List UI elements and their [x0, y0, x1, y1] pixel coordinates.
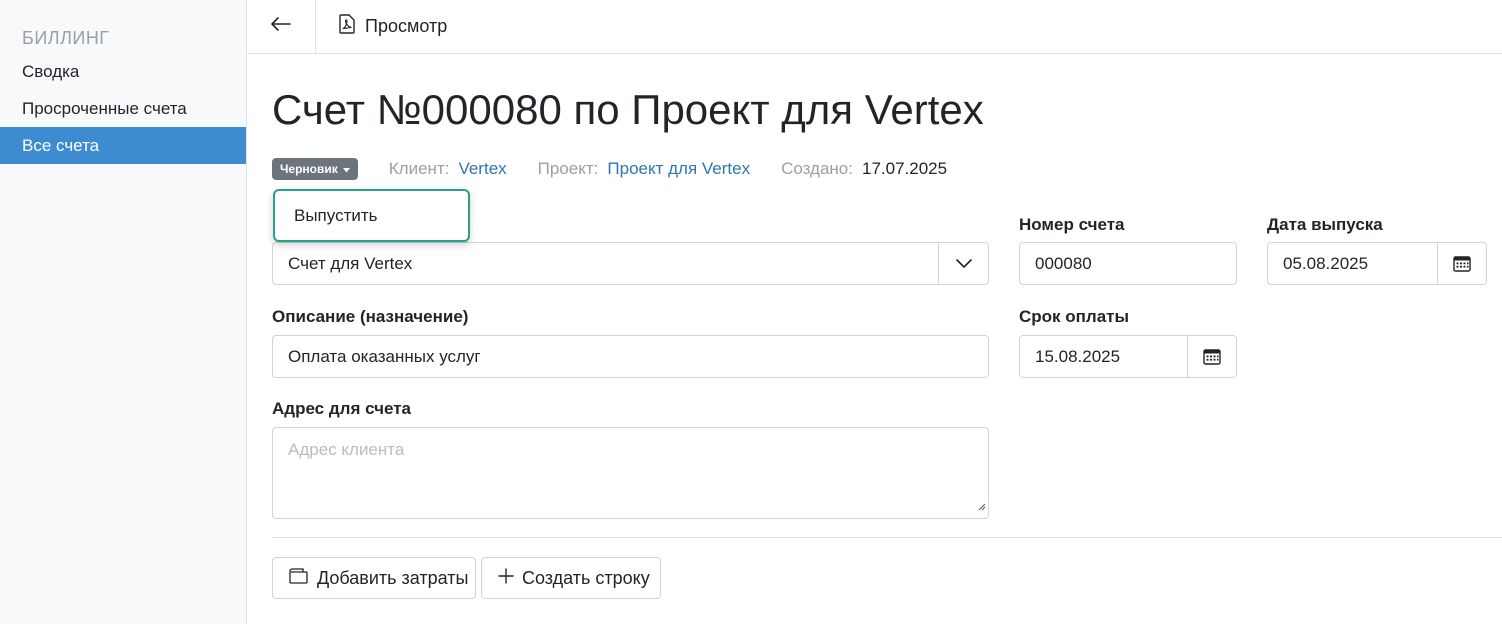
- template-select-value: Счет для Vertex: [288, 253, 413, 273]
- issue-date-label: Дата выпуска: [1267, 215, 1383, 234]
- sidebar-heading: БИЛЛИНГ: [22, 28, 110, 48]
- menu-item-issue[interactable]: Выпустить: [294, 206, 378, 226]
- preview-label: Просмотр: [365, 16, 448, 36]
- address-placeholder: Адрес клиента: [288, 440, 405, 459]
- project-link[interactable]: Проект для Vertex: [607, 159, 750, 179]
- calendar-icon[interactable]: [1437, 243, 1486, 284]
- address-textarea[interactable]: Адрес клиента: [272, 427, 989, 519]
- created-label: Создано:: [781, 159, 853, 178]
- description-value: Оплата оказанных услуг: [288, 346, 481, 366]
- wallet-icon: [289, 567, 309, 589]
- calendar-icon[interactable]: [1187, 336, 1236, 377]
- description-input[interactable]: Оплата оказанных услуг: [272, 335, 989, 378]
- caret-down-icon: [342, 162, 350, 176]
- pdf-file-icon: [339, 14, 355, 39]
- back-button[interactable]: [247, 0, 316, 53]
- divider: [272, 537, 1502, 538]
- status-dropdown-menu: Выпустить: [273, 189, 470, 242]
- preview-button[interactable]: Просмотр: [339, 0, 447, 53]
- client-label: Клиент:: [388, 159, 450, 178]
- plus-icon: [498, 567, 514, 589]
- client-link[interactable]: Vertex: [458, 159, 506, 179]
- due-date-label: Срок оплаты: [1019, 307, 1130, 326]
- arrow-left-icon: [271, 17, 291, 36]
- sidebar-item-all-invoices[interactable]: Все счета: [0, 127, 246, 164]
- issue-date-value: 05.08.2025: [1283, 253, 1369, 273]
- description-label: Описание (назначение): [272, 307, 469, 326]
- issue-date-input[interactable]: 05.08.2025: [1267, 242, 1487, 285]
- template-select[interactable]: Счет для Vertex: [272, 242, 989, 285]
- address-label: Адрес для счета: [272, 399, 411, 418]
- create-line-button[interactable]: Создать строку: [481, 557, 661, 599]
- resize-handle-icon[interactable]: [977, 496, 986, 516]
- sidebar-item-overdue[interactable]: Просроченные счета: [0, 90, 246, 127]
- invoice-number-input[interactable]: 000080: [1019, 242, 1237, 285]
- sidebar: БИЛЛИНГ Сводка Просроченные счета Все сч…: [0, 0, 247, 624]
- project-label: Проект:: [537, 159, 599, 178]
- invoice-number-label: Номер счета: [1019, 215, 1125, 234]
- chevron-down-icon[interactable]: [938, 243, 988, 284]
- invoice-meta: Черновик Клиент: Vertex Проект: Проект д…: [272, 157, 947, 181]
- create-line-label: Создать строку: [522, 567, 650, 588]
- status-label: Черновик: [280, 162, 338, 176]
- add-expenses-button[interactable]: Добавить затраты: [272, 557, 476, 599]
- topbar: Просмотр: [247, 0, 1502, 54]
- invoice-number-value: 000080: [1035, 253, 1092, 273]
- created-date: 17.07.2025: [861, 159, 948, 178]
- status-badge[interactable]: Черновик: [272, 158, 358, 180]
- sidebar-item-summary[interactable]: Сводка: [0, 53, 246, 90]
- due-date-input[interactable]: 15.08.2025: [1019, 335, 1237, 378]
- due-date-value: 15.08.2025: [1035, 346, 1121, 366]
- add-expenses-label: Добавить затраты: [317, 567, 469, 588]
- page-title: Счет №000080 по Проект для Vertex: [272, 86, 984, 133]
